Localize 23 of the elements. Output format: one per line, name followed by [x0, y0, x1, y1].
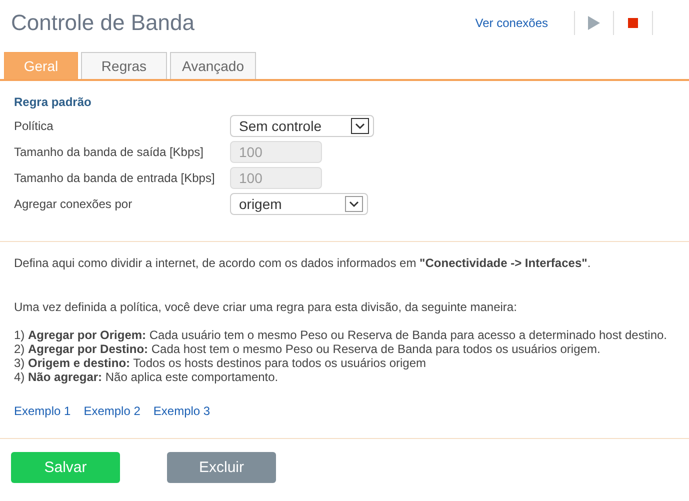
connections-link[interactable]: Ver conexões — [475, 16, 548, 30]
example-link[interactable]: Exemplo 3 — [153, 404, 210, 418]
select-field[interactable]: Sem controle — [230, 115, 374, 137]
example-link[interactable]: Exemplo 1 — [14, 404, 71, 418]
field-label: Agregar conexões por — [14, 197, 134, 211]
field-label: Tamanho da banda de saída [Kbps] — [14, 145, 204, 159]
option-text: 2) Agregar por Destino: Cada host tem o mesmo Peso ou Reserva de Banda para todos os usuários origem. — [14, 342, 602, 356]
tab[interactable]: Regras — [81, 52, 167, 79]
field-label: Tamanho da banda de entrada [Kbps] — [14, 171, 216, 185]
instructions-text: Uma vez definida a política, você deve criar uma regra para esta divisão, da seguinte maneira: — [14, 300, 518, 314]
field-label: Política — [14, 119, 54, 133]
select-field[interactable]: origem — [230, 193, 368, 215]
option-text: 1) Agregar por Origem: Cada usuário tem o mesmo Peso ou Reserva de Banda para acesso a determinado host destino. — [14, 328, 668, 342]
delete-button[interactable]: Excluir — [167, 452, 276, 483]
option-text: 4) Não agregar: Não aplica este comportamento. — [14, 370, 280, 384]
intro-text: Defina aqui como dividir a internet, de acordo com os dados informados em "Conectividade -> Interfaces". — [14, 256, 592, 270]
option-text: 3) Origem e destino: Todos os hosts destinos para todos os usuários origem — [14, 356, 427, 370]
example-link[interactable]: Exemplo 2 — [84, 404, 140, 418]
tab[interactable]: Avançado — [170, 52, 256, 79]
section-title: Regra padrão — [14, 95, 92, 109]
page-title: Controle de Banda — [11, 10, 196, 36]
chevron-icon — [345, 196, 363, 212]
chevron-icon — [351, 118, 369, 134]
